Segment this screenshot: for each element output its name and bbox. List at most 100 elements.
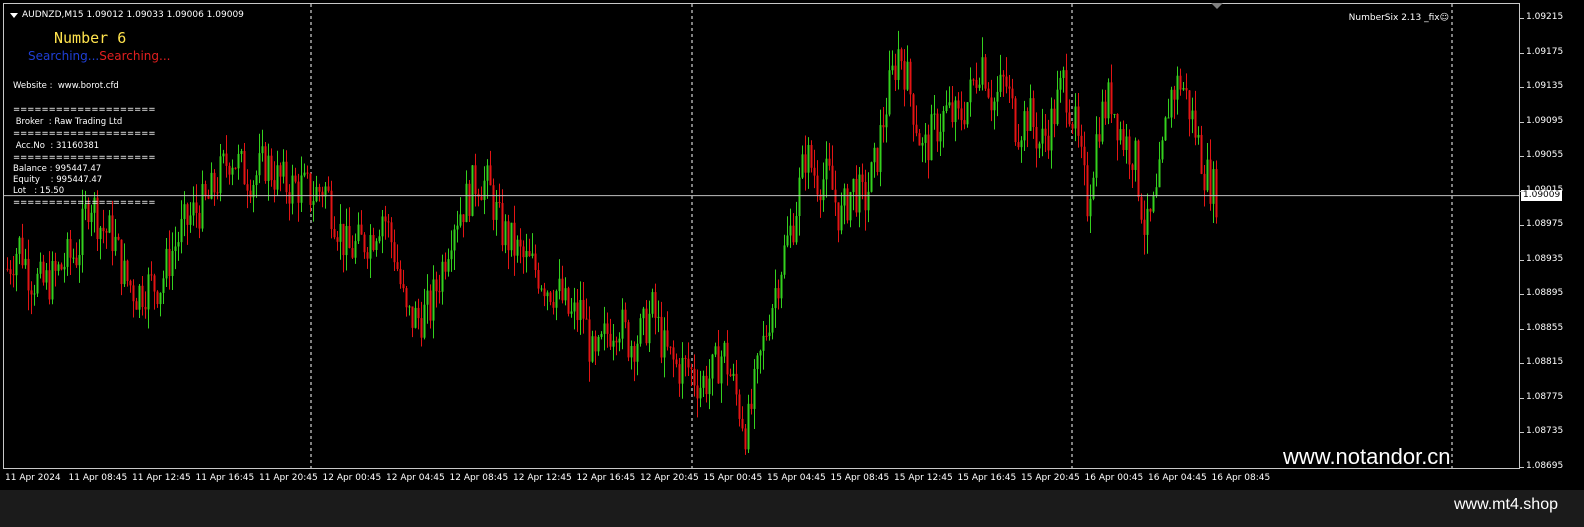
chart-menu-triangle-icon[interactable]	[10, 13, 18, 18]
candle	[396, 244, 399, 272]
candle-body	[402, 284, 405, 289]
candle-body	[894, 65, 897, 80]
candle	[462, 214, 465, 238]
candle	[66, 232, 69, 276]
status-text-1: Searching...	[28, 49, 100, 63]
candle	[183, 191, 186, 237]
candle-body	[507, 221, 510, 251]
candle	[438, 274, 441, 304]
candle	[1101, 89, 1104, 145]
candle	[426, 274, 429, 324]
candle	[177, 231, 180, 261]
candle	[486, 159, 489, 199]
candle	[726, 330, 729, 386]
candle	[1155, 173, 1158, 198]
price-tick-label: 1.08695	[1526, 461, 1564, 471]
candle-body	[1050, 108, 1053, 151]
symbol-info: AUDNZD,M15 1.09012 1.09033 1.09006 1.090…	[22, 10, 244, 20]
candle	[1023, 100, 1026, 151]
candle	[51, 251, 54, 305]
candle	[327, 176, 330, 193]
candle-body	[1212, 169, 1215, 204]
candle-body	[138, 285, 141, 310]
candle	[990, 79, 993, 122]
candle-body	[144, 306, 147, 310]
price-tick-label: 1.08855	[1526, 322, 1564, 333]
candle-body	[936, 113, 939, 142]
candle-body	[633, 346, 636, 362]
candle	[807, 137, 810, 189]
shift-marker-icon[interactable]	[1211, 3, 1223, 9]
candle	[1170, 86, 1173, 128]
candle-body	[195, 202, 198, 213]
candle-body	[150, 274, 153, 276]
candle	[867, 172, 870, 223]
candle-body	[471, 165, 474, 216]
candle	[1011, 78, 1014, 109]
candle	[357, 212, 360, 245]
candle-body	[1215, 169, 1218, 218]
candle	[738, 389, 741, 427]
candle-body	[708, 378, 711, 395]
candle-body	[300, 175, 303, 203]
price-chart[interactable]	[4, 4, 1520, 469]
candle	[642, 306, 645, 336]
candle-body	[516, 239, 519, 256]
candle-body	[12, 274, 15, 276]
price-tick-label: 1.08775	[1526, 391, 1564, 402]
price-tick-mark	[1520, 294, 1524, 296]
candle	[654, 283, 657, 335]
chart-window[interactable]: AUDNZD,M15 1.09012 1.09033 1.09006 1.090…	[3, 3, 1520, 469]
candle-body	[846, 188, 849, 221]
candle-body	[1077, 106, 1080, 136]
candle	[1014, 96, 1017, 146]
price-tick-label: 1.08815	[1526, 357, 1564, 368]
candle	[765, 325, 768, 341]
candle-body	[873, 147, 876, 163]
candle-body	[807, 145, 810, 173]
candle-body	[213, 172, 216, 193]
candle	[987, 82, 990, 99]
price-axis[interactable]: 1.09009 1.09215 1.09175 1.09135 1.09095 1.09…	[1520, 3, 1584, 471]
time-axis[interactable]: 11 Apr 2024 11 Apr 08:45 11 Apr 12:45 11 Ap…	[3, 469, 1520, 489]
candle-body	[918, 133, 921, 146]
candle-body	[879, 125, 882, 172]
candle-body	[528, 251, 531, 256]
price-tick-mark	[1520, 190, 1524, 192]
candle	[678, 358, 681, 397]
candle-body	[582, 299, 585, 319]
candle	[786, 216, 789, 248]
candle-body	[102, 227, 105, 232]
candle	[708, 359, 711, 410]
candle-body	[534, 253, 537, 271]
time-tick-label: 12 Apr 16:45	[576, 473, 636, 483]
candle-body	[660, 316, 663, 358]
candle-body	[255, 175, 258, 186]
candle-body	[171, 250, 174, 277]
candle-body	[870, 162, 873, 192]
candle	[477, 188, 480, 207]
candle	[456, 210, 459, 243]
candle	[294, 167, 297, 184]
price-tick-label: 1.09055	[1526, 150, 1564, 161]
candle-body	[963, 120, 966, 125]
candle-body	[1164, 117, 1167, 141]
candle	[189, 202, 192, 233]
candle	[363, 232, 366, 259]
candle	[552, 289, 555, 315]
candle	[1176, 66, 1179, 115]
candle	[39, 252, 42, 279]
candle	[1098, 117, 1101, 148]
candle-body	[33, 293, 36, 295]
candle	[159, 292, 162, 317]
candle	[615, 336, 618, 356]
candle	[111, 200, 114, 266]
candle-body	[1131, 164, 1134, 170]
candle-body	[15, 253, 18, 276]
candle-body	[945, 105, 948, 112]
candle-body	[432, 279, 435, 321]
candle-body	[741, 418, 744, 429]
price-tick-mark	[1520, 18, 1524, 19]
candle	[402, 269, 405, 293]
candle	[210, 162, 213, 200]
